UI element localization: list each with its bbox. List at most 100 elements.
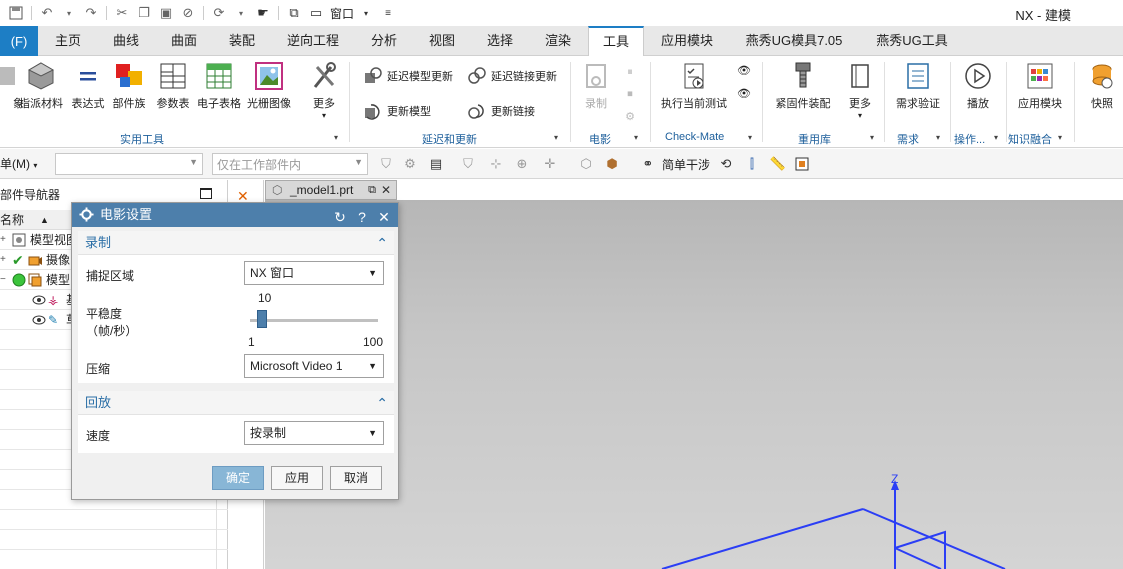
parameter-table-button[interactable]: 参数表 <box>151 60 195 111</box>
chevron-down-icon[interactable]: ▾ <box>1058 133 1062 142</box>
tab-reverse-engineering[interactable]: 逆向工程 <box>277 26 349 56</box>
type-filter-combo[interactable]: ▼ <box>55 153 203 175</box>
chevron-down-icon[interactable]: ▾ <box>748 133 752 142</box>
more-utility-button[interactable]: 更多 ▾ <box>302 60 346 120</box>
tab-analysis[interactable]: 分析 <box>360 26 408 56</box>
viewport-tab-model1[interactable]: ⬡ _model1.prt ⧉ ✕ <box>265 180 397 200</box>
reset-icon[interactable]: ↻ <box>332 205 348 229</box>
cube-icon[interactable]: ⬢ <box>602 154 622 174</box>
chevron-down-icon[interactable]: ▾ <box>994 133 998 142</box>
tab-selection[interactable]: 选择 <box>476 26 524 56</box>
help-icon[interactable]: ? <box>354 205 370 229</box>
chevron-up-icon[interactable]: ⌃ <box>376 391 388 415</box>
chevron-up-icon[interactable]: ⌃ <box>376 231 388 255</box>
tab-surface[interactable]: 曲面 <box>160 26 208 56</box>
expand-toggle[interactable]: − <box>0 270 6 290</box>
menu-button[interactable]: 单(M) ▾ <box>0 155 37 172</box>
paste-icon[interactable]: ▣ <box>156 3 176 23</box>
visibility-eye-icon[interactable] <box>32 293 46 307</box>
save-icon[interactable] <box>6 3 26 23</box>
delay-link-update-button[interactable]: 延迟链接更新 <box>466 66 557 86</box>
fastener-assembly-button[interactable]: 紧固件装配 <box>774 60 832 111</box>
assign-material-button[interactable]: 指派材料 <box>18 60 64 111</box>
measure-icon[interactable]: 📏 <box>768 154 788 174</box>
eye-icon[interactable]: 👁 <box>734 60 754 80</box>
close-icon[interactable]: ✕ <box>381 181 391 199</box>
tab-app-modules[interactable]: 应用模块 <box>652 26 722 56</box>
compression-select[interactable]: Microsoft Video 1 ▼ <box>244 354 384 378</box>
selection-scope-combo[interactable]: 仅在工作部件内 ▼ <box>212 153 368 175</box>
select-all-icon[interactable]: ▤ <box>426 154 446 174</box>
run-current-test-button[interactable]: 执行当前测试 <box>658 60 730 111</box>
tab-render[interactable]: 渲染 <box>534 26 582 56</box>
apply-button[interactable]: 应用 <box>271 466 323 490</box>
maximize-icon[interactable] <box>200 188 212 199</box>
spreadsheet-button[interactable]: 电子表格 <box>197 60 241 111</box>
pause-icon[interactable]: ⏸ <box>620 62 640 82</box>
smoothness-slider-thumb[interactable] <box>256 310 267 328</box>
dropdown-icon[interactable]: ▾ <box>59 3 79 23</box>
application-module-button[interactable]: 应用模块 <box>1014 60 1066 111</box>
snapshot-button[interactable]: 快照 <box>1080 60 1123 111</box>
undo-icon[interactable]: ↶ <box>37 3 57 23</box>
chevron-down-icon[interactable]: ▾ <box>936 133 940 142</box>
snap-icon[interactable]: ✛ <box>540 154 560 174</box>
expression-button[interactable]: 表达式 <box>66 60 110 111</box>
playback-section-header[interactable]: 回放 ⌃ <box>78 391 394 415</box>
interference-icon[interactable]: ⚭ <box>638 154 658 174</box>
window-menu-label[interactable]: 窗口 <box>330 5 354 22</box>
window-icon[interactable]: ▭ <box>306 3 326 23</box>
filter-icon[interactable]: ⛉ <box>376 154 396 174</box>
part-family-button[interactable]: 部件族 <box>107 60 151 111</box>
dropdown-icon[interactable]: ▾ <box>231 3 251 23</box>
capture-area-select[interactable]: NX 窗口 ▼ <box>244 261 384 285</box>
record-section-header[interactable]: 录制 ⌃ <box>78 231 394 255</box>
simple-interference-label[interactable]: 简单干涉 <box>662 156 710 173</box>
customize-qat-icon[interactable]: ≡ <box>378 3 398 23</box>
copy-icon[interactable]: ❐ <box>134 3 154 23</box>
snap-icon[interactable]: ⊹ <box>486 154 506 174</box>
expand-toggle[interactable]: + <box>0 250 6 270</box>
chevron-down-icon[interactable]: ▾ <box>554 133 558 142</box>
eye-icon[interactable]: 👁 <box>734 83 754 103</box>
tab-yanxiu-mold[interactable]: 燕秀UG模具7.05 <box>734 26 854 56</box>
chevron-down-icon[interactable]: ▾ <box>870 133 874 142</box>
cube-icon[interactable]: ⬡ <box>576 154 596 174</box>
settings-icon[interactable]: ⚙ <box>620 106 640 126</box>
delete-icon[interactable]: ⊘ <box>178 3 198 23</box>
tab-assembly[interactable]: 装配 <box>218 26 266 56</box>
record-button[interactable]: 录制 <box>574 60 618 111</box>
tab-yanxiu-tools[interactable]: 燕秀UG工具 <box>866 26 958 56</box>
select-icon[interactable]: ⚙ <box>400 154 420 174</box>
cancel-button[interactable]: 取消 <box>330 466 382 490</box>
tab-view[interactable]: 视图 <box>418 26 466 56</box>
switch-window-icon[interactable]: ⧉ <box>284 3 304 23</box>
clip-icon[interactable]: ⫿ <box>742 154 762 174</box>
chevron-down-icon[interactable]: ▾ <box>634 133 638 142</box>
raster-image-button[interactable]: 光栅图像 <box>247 60 291 111</box>
repeat-command-icon[interactable]: ⟳ <box>209 3 229 23</box>
ok-button[interactable]: 确定 <box>212 466 264 490</box>
play-button[interactable]: 播放 <box>956 60 1000 111</box>
cut-icon[interactable]: ✂ <box>112 3 132 23</box>
dropdown-icon[interactable]: ▾ <box>356 3 376 23</box>
smoothness-slider-track[interactable] <box>250 319 378 322</box>
dialog-title-bar[interactable]: 电影设置 ↻ ? ✕ <box>72 203 398 227</box>
filter-icon[interactable]: ⛉ <box>458 154 478 174</box>
update-model-button[interactable]: 更新模型 <box>362 101 431 121</box>
redo-icon[interactable]: ↷ <box>81 3 101 23</box>
file-tab[interactable]: (F) <box>0 26 38 56</box>
sort-ascending-icon[interactable]: ▲ <box>40 210 49 230</box>
pin-icon[interactable]: ⧉ <box>368 181 376 199</box>
snap-icon[interactable]: ⊕ <box>512 154 532 174</box>
speed-select[interactable]: 按录制 ▼ <box>244 421 384 445</box>
stop-icon[interactable] <box>792 154 812 174</box>
more-reuse-button[interactable]: 更多 ▾ <box>838 60 882 120</box>
touch-mode-icon[interactable]: ☛ <box>253 3 273 23</box>
delay-model-update-button[interactable]: 延迟模型更新 <box>362 66 453 86</box>
close-icon[interactable]: ✕ <box>376 205 392 229</box>
expand-toggle[interactable]: + <box>0 230 6 250</box>
visibility-eye-icon[interactable] <box>32 313 46 327</box>
tab-tools[interactable]: 工具 <box>588 26 644 57</box>
requirement-validation-button[interactable]: 需求验证 <box>894 60 942 111</box>
